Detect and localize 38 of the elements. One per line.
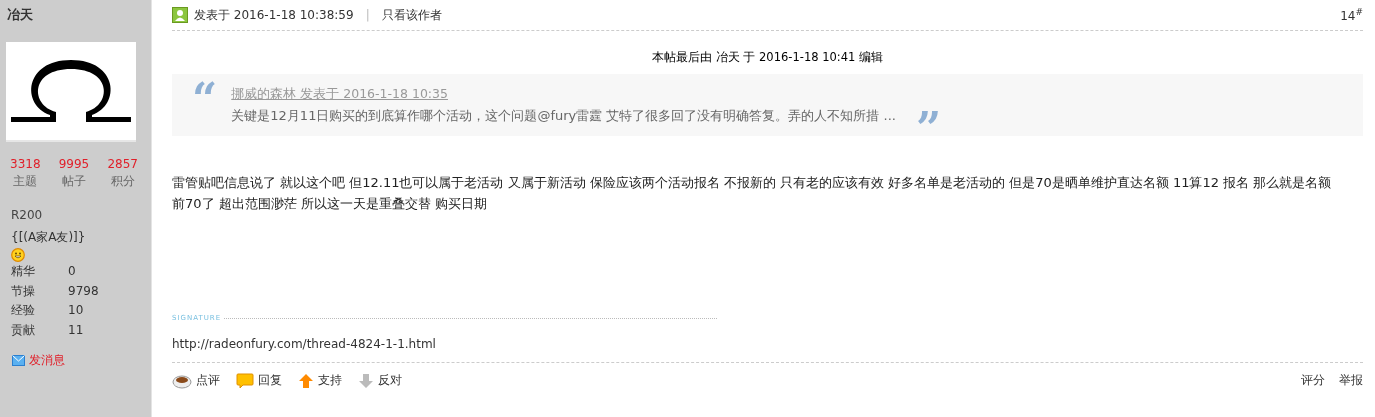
close-quote-mark: ” bbox=[915, 107, 942, 147]
edit-note: 本帖最后由 冶天 于 2016-1-18 10:41 编辑 bbox=[651, 50, 884, 65]
separator: | bbox=[365, 8, 370, 22]
floor-number[interactable]: 14$^{#}$ bbox=[1340, 7, 1363, 23]
detail-label: 贡献 bbox=[11, 321, 36, 339]
detail-value: 11 bbox=[68, 321, 84, 339]
envelope-icon bbox=[12, 355, 25, 366]
down-arrow-icon bbox=[358, 372, 374, 389]
detail-label: 节操 bbox=[11, 282, 36, 300]
signature-text: http://radeonfury.com/thread-4824-1-1.html bbox=[172, 337, 1363, 363]
post-text: 雷管贴吧信息说了 就以这个吧 但12.11也可以属于老活动 又属于新活动 保险应该两个活动报名 不报新的 只有老的应该有效 好多名单是老活动的 但是70是晒单维护直达名额 11算12 报名 那么就是名额前70了 超出范围渺茫 所以这一天是重叠交替 购买日期 bbox=[172, 174, 1332, 213]
action-link[interactable]: 回复 bbox=[258, 372, 282, 389]
up-arrow-icon bbox=[298, 372, 314, 389]
action-link[interactable]: 支持 bbox=[318, 372, 342, 389]
detail-value: 9798 bbox=[68, 282, 99, 300]
username[interactable]: 冶天 bbox=[7, 6, 151, 28]
action-link[interactable]: 点评 bbox=[196, 372, 220, 389]
stat-label: 帖子 bbox=[62, 173, 86, 190]
action-link[interactable]: 举报 bbox=[1339, 372, 1363, 389]
stat-label: 主题 bbox=[13, 173, 38, 190]
action-link[interactable]: 评分 bbox=[1301, 372, 1325, 389]
post-date: 发表于 2016-1-18 10:38:59 bbox=[194, 6, 354, 24]
open-quote-mark: “ bbox=[192, 78, 218, 118]
detail-value: 0 bbox=[68, 263, 76, 280]
omega-icon bbox=[11, 60, 131, 122]
detail-label: 经验 bbox=[11, 302, 36, 319]
stat-label: 积分 bbox=[110, 173, 135, 190]
detail-label: 精华 bbox=[11, 263, 36, 280]
detail-value: 10 bbox=[68, 302, 84, 319]
speech-bubble-icon bbox=[236, 372, 254, 389]
only-author-link[interactable]: 只看该作者 bbox=[381, 6, 442, 24]
action-link[interactable]: 反对 bbox=[378, 372, 402, 389]
cup-icon bbox=[172, 372, 192, 389]
user-group: {[(A家A友)]} bbox=[11, 228, 151, 246]
smiley-icon bbox=[11, 248, 25, 262]
quote-text: 关键是12月11日购买的到底算作哪个活动，这个问题@fury雷霆 艾特了很多回了没有明确答复。弄的人不知所措 ... bbox=[231, 107, 896, 125]
user-icon bbox=[172, 7, 188, 23]
user-rank: R200 bbox=[11, 207, 44, 224]
